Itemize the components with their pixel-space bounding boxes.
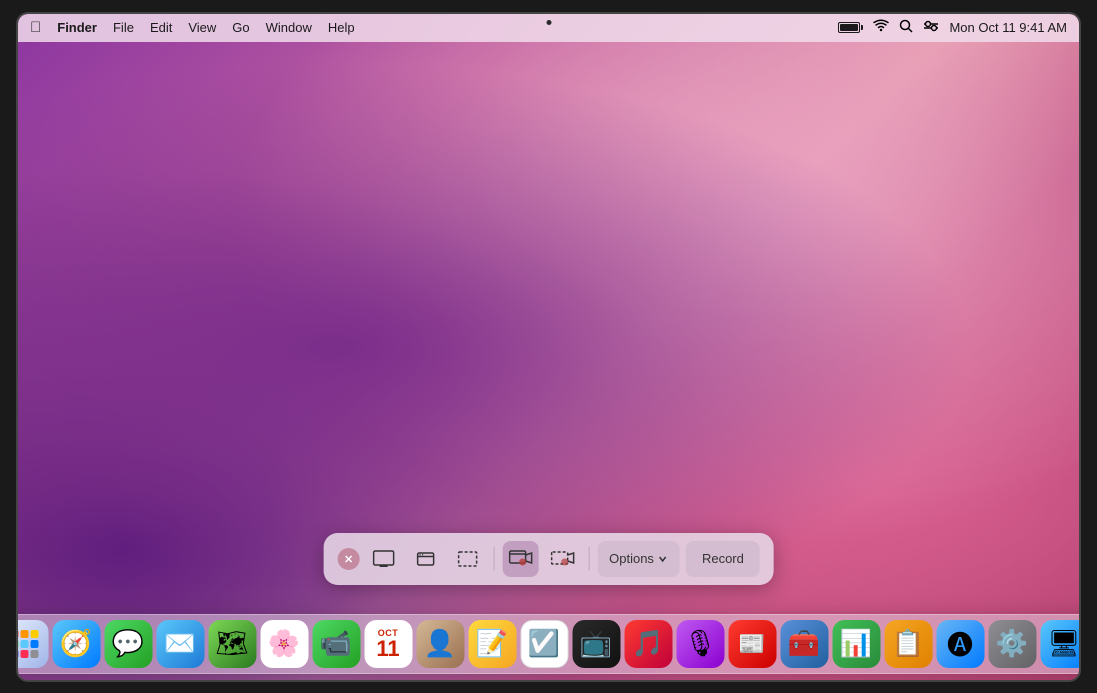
dock-item-keynote[interactable]: 📋 (884, 620, 932, 668)
help-menu[interactable]: Help (328, 20, 355, 35)
record-selection-button[interactable] (544, 541, 580, 577)
dock-item-reminders[interactable]: ☑️ (520, 620, 568, 668)
dock-item-mail[interactable]: ✉️ (156, 620, 204, 668)
dock-item-launchpad[interactable] (16, 620, 48, 668)
window-menu[interactable]: Window (266, 20, 312, 35)
dock-item-notes[interactable]: 📝 (468, 620, 516, 668)
dock-item-news[interactable]: 📰 (728, 620, 776, 668)
menubar-left:  Finder File Edit View Go Window Help (30, 19, 355, 36)
close-button[interactable] (337, 548, 359, 570)
dock-item-appstore[interactable]: 🅐 (936, 620, 984, 668)
go-menu[interactable]: Go (232, 20, 249, 35)
dock: 🖥 🧭 (16, 614, 1081, 674)
mac-frame:  Finder File Edit View Go Window Help (16, 12, 1081, 682)
record-button[interactable]: Record (686, 541, 760, 577)
dock-item-system-preferences[interactable]: ⚙️ (988, 620, 1036, 668)
dock-item-podcasts[interactable]: 🎙 (676, 620, 724, 668)
capture-window-button[interactable] (407, 541, 443, 577)
desktop:  Finder File Edit View Go Window Help (18, 14, 1079, 680)
options-label: Options (609, 551, 654, 566)
dock-item-facetime[interactable]: 📹 (312, 620, 360, 668)
dock-item-safari[interactable]: 🧭 (52, 620, 100, 668)
dock-item-messages[interactable]: 💬 (104, 620, 152, 668)
wifi-icon (873, 19, 889, 36)
options-button[interactable]: Options (597, 541, 680, 577)
dock-item-music[interactable]: 🎵 (624, 620, 672, 668)
file-menu[interactable]: File (113, 20, 134, 35)
dock-item-calendar[interactable]: OCT 11 (364, 620, 412, 668)
toolbar-separator-2 (588, 547, 589, 571)
control-center-icon[interactable] (923, 19, 939, 36)
dock-item-photos[interactable]: 🌸 (260, 620, 308, 668)
capture-screen-button[interactable] (365, 541, 401, 577)
search-icon[interactable] (899, 19, 913, 36)
apple-menu[interactable]:  (30, 19, 41, 36)
dock-item-screen-time[interactable]: 🖥 (1040, 620, 1081, 668)
menubar:  Finder File Edit View Go Window Help (18, 14, 1079, 42)
dock-item-maps[interactable]: 🗺 (208, 620, 256, 668)
view-menu[interactable]: View (188, 20, 216, 35)
menubar-right: Mon Oct 11 9:41 AM (838, 19, 1067, 36)
clock: Mon Oct 11 9:41 AM (949, 20, 1067, 35)
dock-item-contacts[interactable]: 👤 (416, 620, 464, 668)
edit-menu[interactable]: Edit (150, 20, 172, 35)
finder-menu[interactable]: Finder (57, 20, 97, 35)
capture-selection-button[interactable] (449, 541, 485, 577)
dock-item-appletv[interactable]: 📺 (572, 620, 620, 668)
calendar-day: 11 (376, 638, 399, 660)
record-label: Record (702, 551, 744, 566)
screenshot-toolbar: Options Record (323, 533, 774, 585)
record-screen-button[interactable] (502, 541, 538, 577)
toolbar-separator-1 (493, 547, 494, 571)
dock-item-toolbox[interactable]: 🧰 (780, 620, 828, 668)
dock-item-numbers[interactable]: 📊 (832, 620, 880, 668)
battery-icon (838, 22, 863, 33)
webcam-dot (546, 20, 551, 25)
